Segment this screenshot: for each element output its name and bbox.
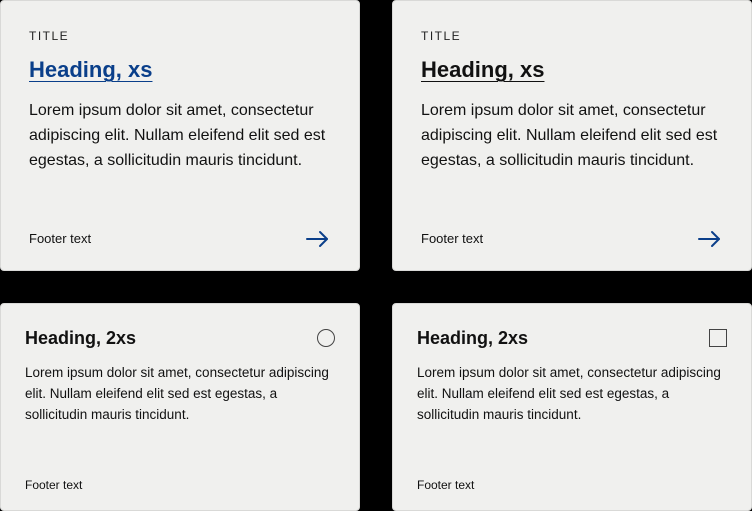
card-footer-text: Footer text [25, 478, 335, 492]
card-top-row: Heading, 2xs [25, 328, 335, 349]
card-heading: Heading, 2xs [25, 328, 136, 349]
card-footer-text: Footer text [29, 231, 91, 246]
card-grid: TITLE Heading, xs Lorem ipsum dolor sit … [0, 0, 752, 511]
arrow-right-icon[interactable] [305, 230, 331, 248]
card-footer-row: Footer text [29, 230, 331, 248]
card-selectable-radio: Heading, 2xs Lorem ipsum dolor sit amet,… [0, 303, 360, 511]
card-body-text: Lorem ipsum dolor sit amet, consectetur … [421, 99, 723, 208]
card-body-text: Lorem ipsum dolor sit amet, consectetur … [25, 363, 335, 460]
card-title-label: TITLE [421, 29, 723, 43]
card-body-text: Lorem ipsum dolor sit amet, consectetur … [417, 363, 727, 460]
card-heading: Heading, xs [421, 57, 723, 83]
card-heading: Heading, 2xs [417, 328, 528, 349]
card-footer-text: Footer text [421, 231, 483, 246]
card-selectable-checkbox: Heading, 2xs Lorem ipsum dolor sit amet,… [392, 303, 752, 511]
arrow-right-icon[interactable] [697, 230, 723, 248]
card-underline-variant: TITLE Heading, xs Lorem ipsum dolor sit … [392, 0, 752, 271]
card-title-label: TITLE [29, 29, 331, 43]
card-link-variant: TITLE Heading, xs Lorem ipsum dolor sit … [0, 0, 360, 271]
card-footer-row: Footer text [421, 230, 723, 248]
card-heading-link[interactable]: Heading, xs [29, 57, 331, 83]
card-body-text: Lorem ipsum dolor sit amet, consectetur … [29, 99, 331, 208]
card-top-row: Heading, 2xs [417, 328, 727, 349]
card-footer-text: Footer text [417, 478, 727, 492]
checkbox-control[interactable] [709, 329, 727, 347]
radio-control[interactable] [317, 329, 335, 347]
